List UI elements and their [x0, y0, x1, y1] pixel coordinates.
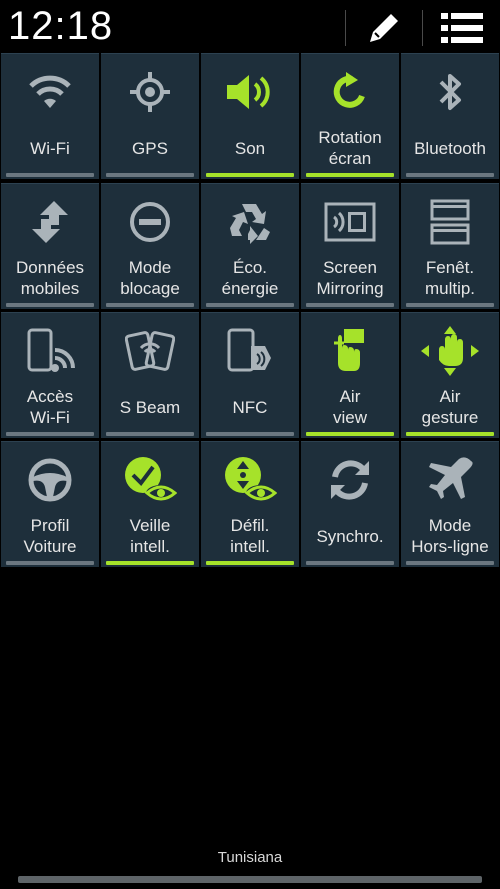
- state-indicator: [206, 561, 294, 565]
- state-indicator: [306, 432, 394, 436]
- rotation-icon: [301, 70, 399, 114]
- steering-wheel-icon: [1, 458, 99, 502]
- tile-s-beam[interactable]: S Beam: [101, 312, 199, 438]
- bluetooth-icon: [401, 70, 499, 114]
- tile-label: Rotation écran: [318, 128, 382, 168]
- tile-wifi[interactable]: Wi-Fi: [1, 53, 99, 179]
- tile-label: Screen Mirroring: [316, 258, 384, 298]
- tile-label: Défil. intell.: [230, 516, 270, 556]
- state-indicator: [106, 173, 194, 177]
- tile-smart-scroll[interactable]: Défil. intell.: [201, 441, 299, 567]
- tile-label: S Beam: [119, 397, 181, 417]
- tile-gps[interactable]: GPS: [101, 53, 199, 179]
- recycle-icon: [201, 200, 299, 244]
- tile-nfc[interactable]: NFC: [201, 312, 299, 438]
- tile-label: Wi-Fi: [30, 138, 70, 158]
- tile-label: Mode blocage: [120, 258, 180, 298]
- tile-label: Son: [234, 138, 266, 158]
- state-indicator: [206, 173, 294, 177]
- divider: [422, 10, 423, 46]
- status-bar: 12:18: [0, 0, 500, 54]
- tile-label: Synchro.: [316, 526, 384, 546]
- tile-multi-window[interactable]: Fenêt. multip.: [401, 183, 499, 309]
- pencil-icon: [370, 14, 398, 42]
- state-indicator: [406, 561, 494, 565]
- state-indicator: [106, 303, 194, 307]
- tile-label: Veille intell.: [129, 516, 171, 556]
- tile-label: Air view: [332, 387, 367, 427]
- tile-label: Air gesture: [421, 387, 479, 427]
- divider: [345, 10, 346, 46]
- smart-scroll-icon: [201, 457, 299, 502]
- tile-speaker[interactable]: Son: [201, 53, 299, 179]
- list-icon: [441, 13, 483, 43]
- state-indicator: [406, 303, 494, 307]
- tile-label: NFC: [232, 397, 268, 417]
- tile-steering-wheel[interactable]: Profil Voiture: [1, 441, 99, 567]
- state-indicator: [206, 303, 294, 307]
- tile-air-view[interactable]: Air view: [301, 312, 399, 438]
- tile-recycle[interactable]: Éco. énergie: [201, 183, 299, 309]
- clock: 12:18: [8, 4, 114, 48]
- tile-sync[interactable]: Synchro.: [301, 441, 399, 567]
- tile-label: Données mobiles: [15, 258, 85, 298]
- airplane-icon: [401, 457, 499, 502]
- tile-label: Accès Wi-Fi: [26, 387, 74, 427]
- tile-label: Bluetooth: [414, 138, 486, 158]
- state-indicator: [6, 303, 94, 307]
- nfc-icon: [201, 328, 299, 373]
- drag-handle[interactable]: [18, 876, 482, 883]
- state-indicator: [6, 561, 94, 565]
- multi-window-icon: [401, 199, 499, 245]
- settings-list-button[interactable]: [434, 6, 490, 50]
- tile-blocking[interactable]: Mode blocage: [101, 183, 199, 309]
- state-indicator: [306, 303, 394, 307]
- gps-icon: [101, 70, 199, 114]
- state-indicator: [206, 432, 294, 436]
- smart-stay-icon: [101, 457, 199, 502]
- state-indicator: [406, 432, 494, 436]
- sync-icon: [301, 458, 399, 502]
- carrier-label: Tunisiana: [217, 849, 283, 866]
- tile-label: GPS: [132, 138, 168, 158]
- state-indicator: [6, 432, 94, 436]
- tile-mobile-data[interactable]: Données mobiles: [1, 183, 99, 309]
- tile-rotation[interactable]: Rotation écran: [301, 53, 399, 179]
- edit-button[interactable]: [356, 6, 412, 50]
- air-view-icon: [301, 329, 399, 373]
- tile-hotspot[interactable]: Accès Wi-Fi: [1, 312, 99, 438]
- state-indicator: [106, 561, 194, 565]
- screen-mirroring-icon: [301, 200, 399, 244]
- speaker-icon: [201, 70, 299, 114]
- tile-label: Éco. énergie: [221, 258, 279, 298]
- tile-label: Profil Voiture: [23, 516, 77, 556]
- blocking-icon: [101, 200, 199, 244]
- state-indicator: [306, 173, 394, 177]
- tile-label: Fenêt. multip.: [424, 258, 476, 298]
- state-indicator: [406, 173, 494, 177]
- tile-airplane[interactable]: Mode Hors-ligne: [401, 441, 499, 567]
- wifi-icon: [1, 70, 99, 114]
- air-gesture-icon: [401, 326, 499, 376]
- state-indicator: [106, 432, 194, 436]
- s-beam-icon: [101, 329, 199, 373]
- hotspot-icon: [1, 328, 99, 373]
- tile-bluetooth[interactable]: Bluetooth: [401, 53, 499, 179]
- tile-screen-mirroring[interactable]: Screen Mirroring: [301, 183, 399, 309]
- state-indicator: [306, 561, 394, 565]
- tile-label: Mode Hors-ligne: [411, 516, 489, 556]
- tile-air-gesture[interactable]: Air gesture: [401, 312, 499, 438]
- mobile-data-icon: [1, 200, 99, 244]
- tile-smart-stay[interactable]: Veille intell.: [101, 441, 199, 567]
- state-indicator: [6, 173, 94, 177]
